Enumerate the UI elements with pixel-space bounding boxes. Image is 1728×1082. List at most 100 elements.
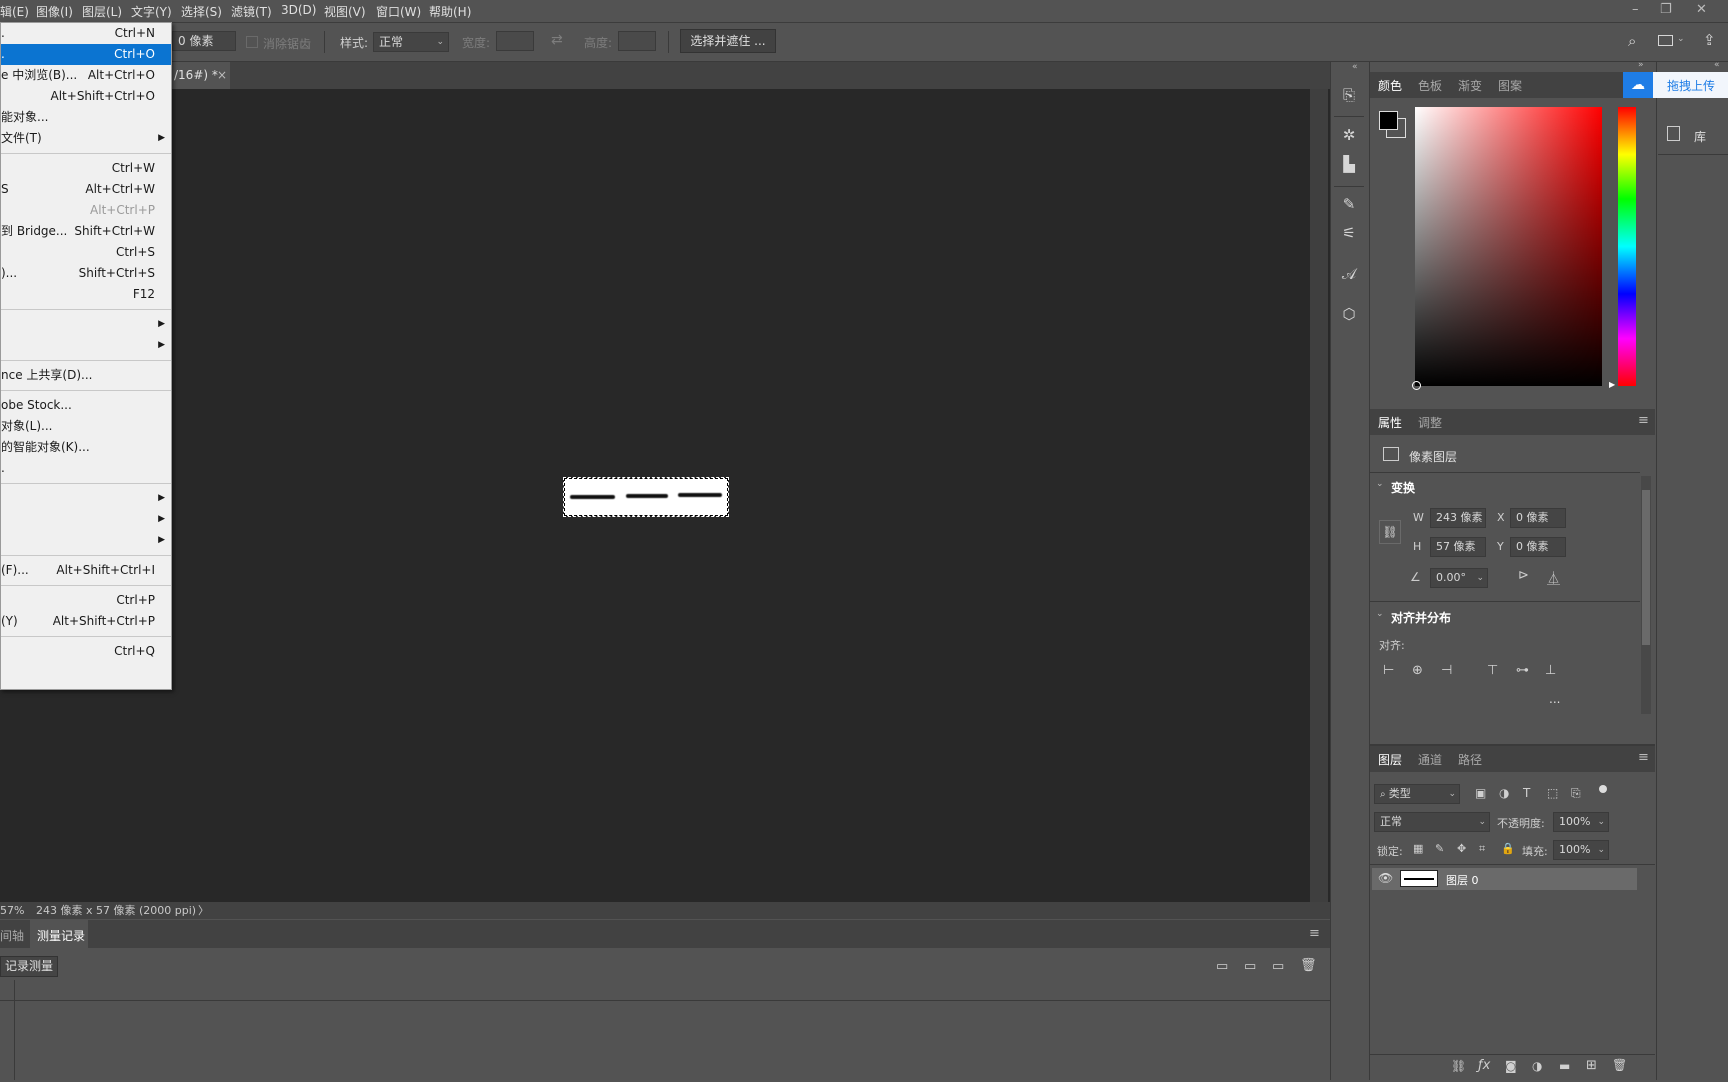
menu-window[interactable]: 窗口(W) bbox=[376, 3, 421, 20]
tab-measurement-log[interactable]: 测量记录 bbox=[37, 927, 85, 944]
lock-position-icon[interactable]: ✥ bbox=[1457, 842, 1466, 855]
histogram-icon[interactable]: ▙ bbox=[1338, 153, 1360, 175]
file-menu-item[interactable]: 到 Bridge... Shift+Ctrl+W bbox=[1, 221, 171, 242]
document-tab[interactable]: /16#) * × bbox=[172, 62, 230, 89]
library-label[interactable]: 库 bbox=[1694, 128, 1706, 145]
foreground-color-swatch[interactable] bbox=[1379, 111, 1398, 130]
hue-slider-handle[interactable]: ▶ bbox=[1609, 380, 1615, 389]
zoom-level[interactable]: 57% bbox=[0, 902, 24, 919]
file-menu-item[interactable]: )... Shift+Ctrl+S bbox=[1, 263, 171, 284]
file-menu-item[interactable]: ▶ bbox=[1, 530, 171, 551]
menu-image[interactable]: 图像(I) bbox=[36, 3, 73, 20]
link-icon[interactable]: ⛓ bbox=[1379, 520, 1401, 544]
status-arrow-icon[interactable]: 〉 bbox=[198, 902, 209, 919]
3d-cube-icon[interactable]: ⬡ bbox=[1338, 303, 1360, 325]
file-menu-item[interactable]: . Ctrl+N bbox=[1, 23, 171, 44]
file-menu-item[interactable]: Ctrl+S bbox=[1, 242, 171, 263]
menu-filter[interactable]: 滤镜(T) bbox=[231, 3, 272, 20]
feather-input[interactable]: 0 像素 bbox=[172, 31, 236, 51]
layer-filter-select[interactable]: ⌕ 类型 ⌄ bbox=[1374, 784, 1460, 804]
align-vertical-center-icon[interactable]: ⊶ bbox=[1516, 663, 1529, 678]
angle-field[interactable]: 0.00° ⌄ bbox=[1430, 568, 1488, 588]
filter-toggle-icon[interactable] bbox=[1599, 785, 1607, 793]
select-and-mask-button[interactable]: 选择并遮住 ... bbox=[680, 29, 776, 53]
menu-3d[interactable]: 3D(D) bbox=[281, 3, 316, 17]
brush-icon[interactable]: ✎ bbox=[1338, 193, 1360, 215]
trash-icon[interactable]: 🗑 bbox=[1612, 1058, 1627, 1072]
minimize-icon[interactable]: – bbox=[1632, 2, 1639, 17]
tab-timeline[interactable]: 间轴 bbox=[0, 927, 24, 944]
file-menu-item[interactable]: obe Stock... bbox=[1, 395, 171, 416]
panel-menu-icon[interactable]: ≡ bbox=[1309, 926, 1320, 941]
width-field[interactable]: 243 像素 bbox=[1430, 508, 1486, 528]
history-icon[interactable]: ⎘ bbox=[1338, 84, 1360, 106]
x-field[interactable]: 0 像素 bbox=[1510, 508, 1566, 528]
file-menu-item[interactable]: 文件(T) ▶ bbox=[1, 128, 171, 149]
color-picker-handle[interactable] bbox=[1412, 381, 1421, 390]
share-icon[interactable]: ⇪ bbox=[1703, 31, 1716, 49]
tab-adjustments[interactable]: 调整 bbox=[1418, 414, 1442, 431]
height-input[interactable] bbox=[618, 31, 656, 51]
file-menu-item[interactable]: Ctrl+Q bbox=[1, 641, 171, 662]
filter-pixel-icon[interactable]: ▣ bbox=[1475, 786, 1486, 800]
file-menu-item[interactable]: ▶ bbox=[1, 314, 171, 335]
color-field[interactable] bbox=[1412, 107, 1602, 390]
tab-paths[interactable]: 路径 bbox=[1458, 751, 1482, 768]
tab-gradients[interactable]: 渐变 bbox=[1458, 77, 1482, 94]
lock-all-icon[interactable]: 🔒 bbox=[1501, 842, 1515, 855]
workspace-icon[interactable] bbox=[1658, 35, 1673, 46]
panel-menu-icon[interactable]: ≡ bbox=[1638, 750, 1649, 765]
restore-icon[interactable]: ❐ bbox=[1660, 2, 1672, 17]
character-icon[interactable]: 𝒜 bbox=[1338, 263, 1360, 285]
menu-type[interactable]: 文字(Y) bbox=[131, 3, 172, 20]
tab-patterns[interactable]: 图案 bbox=[1498, 77, 1522, 94]
chevron-down-icon[interactable]: ⌄ bbox=[1376, 609, 1384, 619]
file-menu-item[interactable]: ▶ bbox=[1, 488, 171, 509]
file-menu-item[interactable]: . Ctrl+O bbox=[1, 44, 171, 65]
file-menu-item[interactable]: 的智能对象(K)... bbox=[1, 437, 171, 458]
tab-properties[interactable]: 属性 bbox=[1378, 414, 1402, 431]
measure-icon[interactable]: ▭ bbox=[1216, 959, 1228, 974]
layer-row[interactable]: 👁 图层 0 bbox=[1372, 868, 1637, 890]
fx-icon[interactable]: ƒx bbox=[1478, 1058, 1490, 1073]
file-menu-item[interactable]: Ctrl+W bbox=[1, 158, 171, 179]
menu-view[interactable]: 视图(V) bbox=[324, 3, 366, 20]
flip-vertical-icon[interactable]: ⏅ bbox=[1547, 568, 1560, 587]
new-layer-icon[interactable]: ⊞ bbox=[1586, 1058, 1597, 1073]
lock-pixels-icon[interactable]: ✎ bbox=[1435, 842, 1444, 855]
swap-icon[interactable]: ⇄ bbox=[551, 32, 563, 48]
file-menu-item[interactable]: e 中浏览(B)... Alt+Ctrl+O bbox=[1, 65, 171, 86]
panel-menu-icon[interactable]: ≡ bbox=[1638, 413, 1649, 428]
fill-field[interactable]: 100% ⌄ bbox=[1553, 840, 1609, 860]
adjustment-layer-icon[interactable]: ◑ bbox=[1532, 1059, 1542, 1073]
properties-scrollbar[interactable] bbox=[1641, 476, 1651, 714]
layer-name[interactable]: 图层 0 bbox=[1446, 872, 1479, 888]
file-menu-item[interactable]: 能对象... bbox=[1, 107, 171, 128]
file-menu-item[interactable]: Alt+Ctrl+P bbox=[1, 200, 171, 221]
style-select[interactable]: 正常 ⌄ bbox=[373, 32, 449, 52]
blend-mode-select[interactable]: 正常 ⌄ bbox=[1374, 812, 1490, 832]
file-menu-item[interactable]: nce 上共享(D)... bbox=[1, 365, 171, 386]
file-menu-item[interactable]: ▶ bbox=[1, 335, 171, 356]
filter-adjustment-icon[interactable]: ◑ bbox=[1499, 786, 1509, 800]
chevron-down-icon[interactable]: ⌄ bbox=[1376, 479, 1384, 489]
vertical-scrollbar[interactable] bbox=[1310, 89, 1328, 902]
cloud-upload-widget[interactable]: ☁ 拖拽上传 bbox=[1623, 72, 1728, 98]
scrollbar-thumb[interactable] bbox=[1642, 490, 1650, 645]
measure-icon[interactable]: ▭ bbox=[1244, 959, 1256, 974]
adjustments-icon[interactable]: ⚟ bbox=[1338, 222, 1360, 244]
opacity-field[interactable]: 100% ⌄ bbox=[1553, 812, 1609, 832]
menu-layer[interactable]: 图层(L) bbox=[82, 3, 122, 20]
close-icon[interactable]: ✕ bbox=[1696, 2, 1707, 17]
chevron-down-icon[interactable]: ⌄ bbox=[1677, 34, 1685, 44]
expand-icon[interactable]: » bbox=[1638, 60, 1644, 70]
menu-help[interactable]: 帮助(H) bbox=[429, 3, 471, 20]
search-icon[interactable]: ⌕ bbox=[1628, 32, 1636, 50]
hue-slider[interactable] bbox=[1618, 107, 1636, 386]
height-field[interactable]: 57 像素 bbox=[1430, 537, 1486, 557]
file-menu-item[interactable]: F12 bbox=[1, 284, 171, 305]
more-options-icon[interactable]: ... bbox=[1549, 692, 1560, 706]
mask-icon[interactable]: ◙ bbox=[1505, 1059, 1517, 1073]
tab-swatches[interactable]: 色板 bbox=[1418, 77, 1442, 94]
library-icon[interactable] bbox=[1667, 126, 1680, 141]
